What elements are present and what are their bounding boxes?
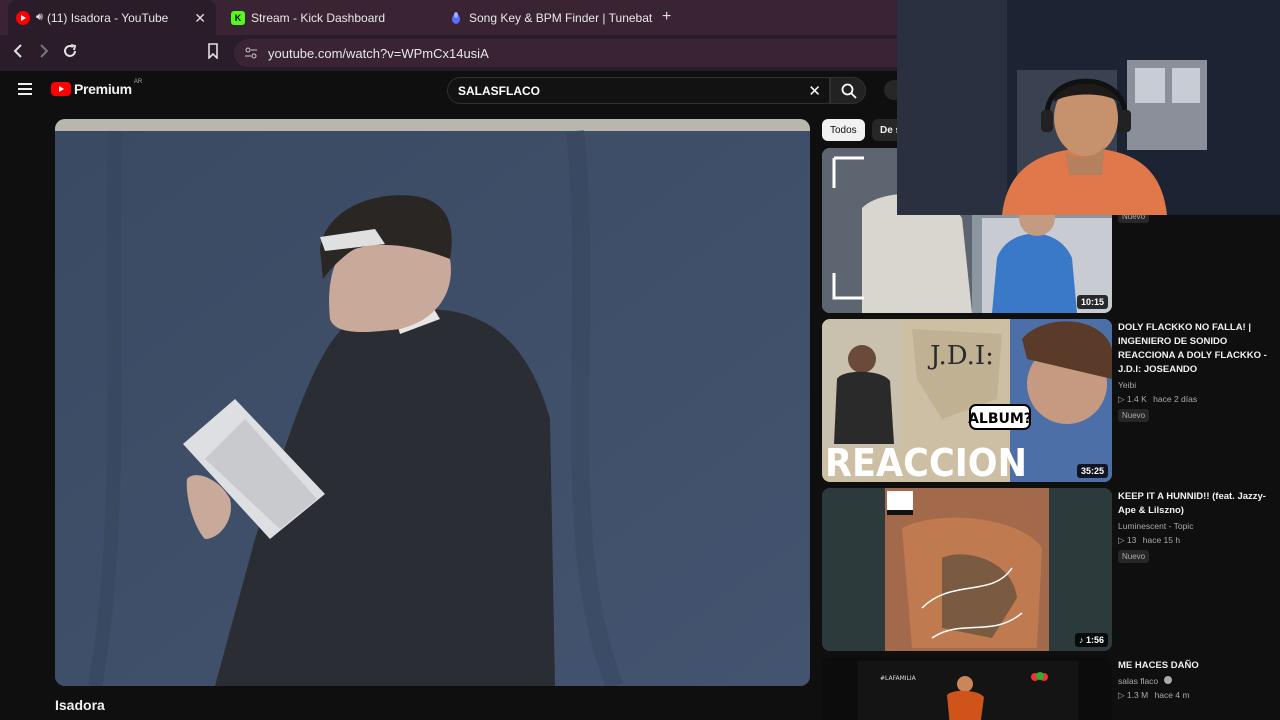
rec-channel[interactable]: Luminescent - Topic bbox=[1118, 521, 1280, 531]
video-frame bbox=[55, 130, 810, 686]
rec-item[interactable]: #LAFAMILIA ME HACES DAÑO salas flaco ▷ 1… bbox=[822, 657, 1280, 720]
search-query: SALASFLACO bbox=[458, 84, 540, 98]
tab-kick[interactable]: K Stream - Kick Dashboard bbox=[225, 0, 425, 35]
site-settings-icon[interactable] bbox=[244, 46, 258, 65]
thumb-title-text: J.D.I: bbox=[927, 341, 994, 371]
search-input[interactable]: SALASFLACO ✕ bbox=[447, 77, 830, 104]
rec-channel[interactable]: Yeibi bbox=[1118, 380, 1280, 390]
video-title: Isadora bbox=[55, 697, 105, 713]
views-icon: ▷ bbox=[1118, 535, 1125, 545]
search-button[interactable] bbox=[830, 77, 866, 104]
reload-icon[interactable] bbox=[62, 43, 78, 64]
bookmark-icon[interactable] bbox=[207, 43, 219, 64]
screen: 🔊︎ (11) Isadora - YouTube ✕ K Stream - K… bbox=[0, 0, 1280, 720]
thumbnail-image: #LAFAMILIA bbox=[822, 657, 1112, 720]
tab-label: Song Key & BPM Finder | Tunebat bbox=[469, 10, 653, 25]
search-icon bbox=[841, 83, 857, 99]
back-icon[interactable] bbox=[12, 43, 24, 64]
rec-age: hace 4 m bbox=[1154, 690, 1190, 700]
rec-title[interactable]: DOLY FLACKKO NO FALLA! | INGENIERO DE SO… bbox=[1118, 321, 1280, 377]
forward-icon[interactable] bbox=[38, 43, 50, 64]
duration-badge: ♪ 1:56 bbox=[1074, 633, 1108, 647]
rec-meta: ▷ 1.4 K hace 2 días bbox=[1118, 394, 1280, 405]
video-player[interactable] bbox=[55, 119, 810, 686]
speaker-icon[interactable]: 🔊︎ bbox=[36, 11, 43, 24]
tab-label: Stream - Kick Dashboard bbox=[251, 10, 386, 25]
new-badge: Nuevo bbox=[1118, 550, 1150, 563]
close-tab-icon[interactable]: ✕ bbox=[194, 10, 206, 27]
thumb-bubble-text: ALBUM? bbox=[968, 411, 1032, 427]
tab-label: (11) Isadora - YouTube bbox=[46, 10, 169, 25]
tunebat-favicon bbox=[449, 11, 463, 25]
new-tab-button[interactable]: + bbox=[662, 8, 671, 26]
tab-tunebat[interactable]: Song Key & BPM Finder | Tunebat bbox=[443, 0, 653, 35]
views-icon: ▷ bbox=[1118, 394, 1125, 404]
rec-views: 1.4 K bbox=[1126, 394, 1147, 404]
clear-search-icon[interactable]: ✕ bbox=[808, 82, 821, 100]
music-note-icon: ♪ bbox=[1078, 635, 1086, 645]
rec-views: 13 bbox=[1126, 535, 1137, 545]
youtube-favicon bbox=[16, 10, 30, 25]
new-badge: Nuevo bbox=[1118, 409, 1150, 422]
rec-age: hace 2 días bbox=[1153, 394, 1198, 404]
rec-age: hace 15 h bbox=[1142, 535, 1181, 545]
kick-favicon: K bbox=[231, 10, 245, 25]
youtube-play-icon bbox=[51, 82, 71, 96]
thumb-overlay-text: #LAFAMILIA bbox=[880, 675, 917, 682]
logo-text: Premium bbox=[74, 81, 132, 97]
rec-views: 1.3 M bbox=[1126, 690, 1149, 700]
webcam-image bbox=[897, 0, 1280, 215]
rec-meta: ▷ 1.3 M hace 4 m bbox=[1118, 690, 1280, 701]
rec-thumbnail[interactable]: #LAFAMILIA bbox=[822, 657, 1112, 720]
url-text: youtube.com/watch?v=WPmCx14usiA bbox=[268, 46, 489, 61]
rec-title[interactable]: KEEP IT A HUNNID!! (feat. Jazzy-Ape & Li… bbox=[1118, 490, 1280, 518]
chip-todos[interactable]: Todos bbox=[822, 119, 865, 141]
rec-meta: ▷ 13 hace 15 h bbox=[1118, 535, 1280, 546]
tab-youtube[interactable]: 🔊︎ (11) Isadora - YouTube ✕ bbox=[8, 0, 216, 35]
menu-icon[interactable] bbox=[18, 83, 32, 95]
region-code: AR bbox=[133, 79, 143, 85]
youtube-logo[interactable]: Premium AR bbox=[51, 79, 143, 97]
rec-thumbnail[interactable]: ♪ 1:56 bbox=[822, 488, 1112, 651]
url-bar[interactable]: youtube.com/watch?v=WPmCx14usiA bbox=[234, 39, 934, 67]
thumbnail-image: J.D.I: ALBUM? REACCION bbox=[822, 319, 1112, 482]
duration-badge: 10:15 bbox=[1076, 295, 1108, 309]
rec-item[interactable]: ♪ 1:56 KEEP IT A HUNNID!! (feat. Jazzy-A… bbox=[822, 488, 1280, 651]
rec-title[interactable]: ME HACES DAÑO bbox=[1118, 659, 1280, 673]
rec-channel[interactable]: salas flaco bbox=[1118, 676, 1280, 686]
thumbnail-image bbox=[822, 488, 1112, 651]
thumb-overlay-text: REACCION bbox=[825, 441, 1027, 482]
rec-thumbnail[interactable]: J.D.I: ALBUM? REACCION 35:25 bbox=[822, 319, 1112, 482]
webcam-overlay bbox=[897, 0, 1280, 215]
verified-icon bbox=[1163, 676, 1172, 684]
views-icon: ▷ bbox=[1118, 690, 1125, 700]
rec-item[interactable]: J.D.I: ALBUM? REACCION 35:25 DOLY FLACKK… bbox=[822, 319, 1280, 482]
duration-badge: 35:25 bbox=[1076, 464, 1108, 478]
